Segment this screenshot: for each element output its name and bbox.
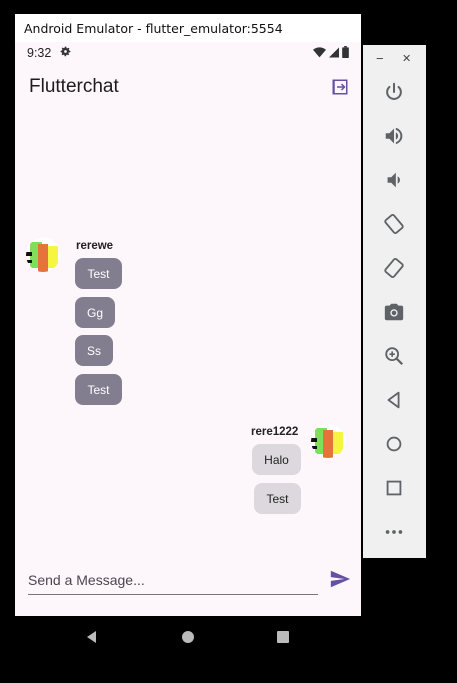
minimize-button[interactable]: −: [376, 51, 384, 66]
camera-icon[interactable]: [383, 301, 405, 323]
status-time: 9:32: [27, 46, 52, 60]
message-bubble[interactable]: Test: [75, 374, 122, 405]
android-nav-bar: [15, 616, 361, 658]
app-bar: Flutterchat: [15, 66, 361, 110]
zoom-icon[interactable]: [383, 345, 405, 367]
signal-icon: [329, 47, 339, 57]
send-icon[interactable]: [329, 568, 351, 590]
emulator-window-title: Android Emulator - flutter_emulator:5554: [15, 14, 361, 42]
app-title: Flutterchat: [29, 76, 119, 97]
settings-gear-icon: [60, 46, 71, 57]
emulator-side-panel: − ✕: [363, 45, 426, 558]
message-bubble[interactable]: Ss: [75, 335, 114, 366]
status-bar: 9:32: [15, 42, 361, 66]
power-icon[interactable]: [383, 81, 405, 103]
volume-up-icon[interactable]: [383, 125, 405, 147]
avatar-me[interactable]: [311, 424, 345, 458]
message-composer: [15, 555, 361, 607]
nav-recents-icon[interactable]: [275, 629, 291, 645]
nav-back-icon[interactable]: [84, 629, 100, 645]
wifi-icon: [313, 46, 326, 57]
message-bubble[interactable]: Gg: [75, 297, 116, 328]
message-bubble[interactable]: Test: [254, 483, 301, 514]
message-bubble[interactable]: Test: [75, 258, 122, 289]
rotate-left-icon[interactable]: [383, 213, 405, 235]
phone-screen: 9:32 Flutterchat rerewe Test Gg Ss Test …: [15, 42, 361, 616]
nav-home-icon[interactable]: [180, 629, 196, 645]
avatar-other-user[interactable]: [26, 238, 60, 272]
battery-icon: [342, 46, 349, 58]
back-icon[interactable]: [383, 389, 405, 411]
status-icons: [313, 46, 349, 58]
logout-icon[interactable]: [331, 78, 349, 96]
home-icon[interactable]: [383, 433, 405, 455]
overview-icon[interactable]: [383, 477, 405, 499]
message-bubble[interactable]: Halo: [252, 444, 301, 475]
close-button[interactable]: ✕: [402, 52, 411, 65]
username-other: rerewe: [76, 240, 114, 252]
rotate-right-icon[interactable]: [383, 257, 405, 279]
avatar-image: [311, 424, 345, 458]
username-me: rere1222: [251, 426, 299, 438]
volume-down-icon[interactable]: [383, 169, 405, 191]
avatar-image: [26, 238, 60, 272]
more-icon[interactable]: [383, 521, 405, 543]
message-input[interactable]: [28, 565, 318, 595]
